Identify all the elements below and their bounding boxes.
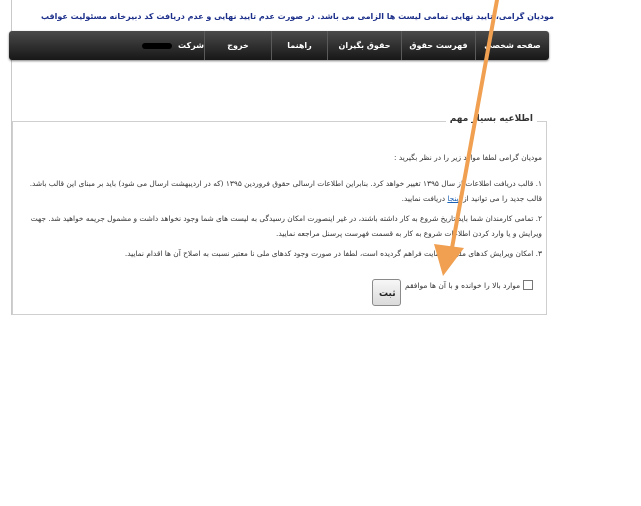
nav-item-salary-list[interactable]: فهرست حقوق [401,31,475,60]
notice-item-1-suffix: دریافت نمایید. [401,194,446,203]
submit-button[interactable]: ثبت [372,279,401,306]
notice-item-1-text: ۱. قالب دریافت اطلاعات از سال ۱۳۹۵ تغییر… [29,178,542,204]
company-brand: شرکت [9,31,204,60]
nav-item-employees[interactable]: حقوق بگیران [327,31,401,60]
page: مودیان گرامی، تایید نهایی تمامی لیست ها … [0,0,641,506]
nav-item-logout[interactable]: خروج [204,31,271,60]
redacted-company-name [142,42,173,49]
agree-checkbox[interactable] [523,280,534,290]
nav-item-personal-page[interactable]: صفحه شخصی [475,31,549,60]
notice-intro: مودیان گرامی لطفا موارد زیر را در نظر بگ… [394,153,542,162]
nav-item-help[interactable]: راهنما [271,31,327,60]
download-template-link[interactable]: اینجا [447,194,460,203]
main-navbar: صفحه شخصی فهرست حقوق حقوق بگیران راهنما … [9,31,549,60]
agree-row: موارد بالا را خوانده و با آن ها موافقم [405,280,534,290]
company-label: شرکت [178,41,204,50]
agree-label: موارد بالا را خوانده و با آن ها موافقم [405,280,521,290]
top-notice: مودیان گرامی، تایید نهایی تمامی لیست ها … [40,12,554,21]
notice-legend: اطلاعیه بسیار مهم [445,114,537,124]
notice-content: مودیان گرامی لطفا موارد زیر را در نظر بگ… [16,150,542,265]
notice-item-1: ۱. قالب دریافت اطلاعات از سال ۱۳۹۵ تغییر… [16,176,542,207]
notice-item-3: ۳. امکان ویرایش کدهای ملی در سایت فراهم … [124,248,542,258]
notice-item-2: ۲. تمامی کارمندان شما باید تاریخ شروع به… [30,213,542,239]
